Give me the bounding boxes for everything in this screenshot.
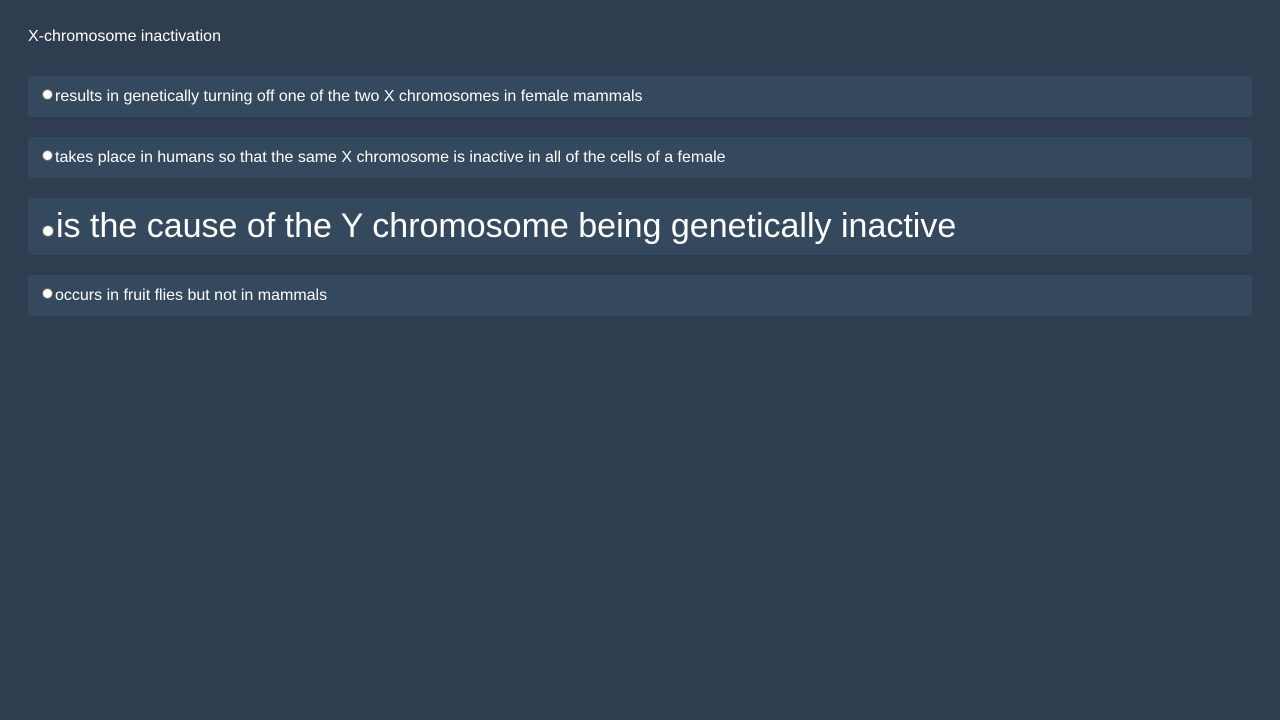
answer-option-label: is the cause of the Y chromosome being g… [56, 207, 957, 245]
answer-option-3[interactable]: is the cause of the Y chromosome being g… [28, 198, 1252, 255]
radio-button-icon[interactable] [42, 150, 53, 161]
answer-option-1[interactable]: results in genetically turning off one o… [28, 76, 1252, 117]
answer-option-label: takes place in humans so that the same X… [55, 148, 726, 166]
answer-option-2[interactable]: takes place in humans so that the same X… [28, 137, 1252, 178]
question-text: X-chromosome inactivation [28, 28, 221, 45]
answer-option-label: occurs in fruit flies but not in mammals [55, 286, 328, 304]
answer-option-4[interactable]: occurs in fruit flies but not in mammals [28, 275, 1252, 316]
answer-options: results in genetically turning off one o… [28, 76, 1252, 336]
radio-button-icon[interactable] [42, 288, 53, 299]
radio-button-icon[interactable] [42, 89, 53, 100]
radio-button-icon[interactable] [42, 224, 54, 237]
answer-option-label: results in genetically turning off one o… [55, 87, 643, 105]
